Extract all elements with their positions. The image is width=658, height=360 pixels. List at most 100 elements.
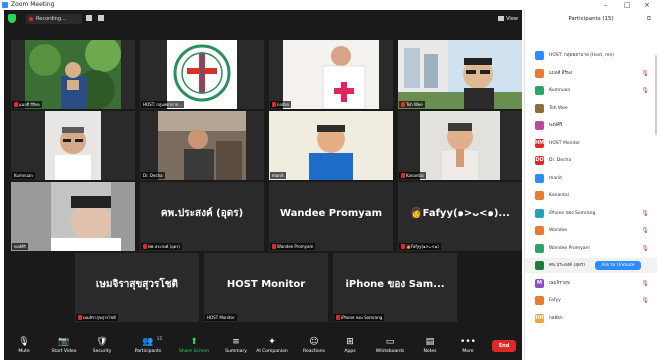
- avatar: [535, 296, 544, 305]
- avatar: M: [535, 278, 544, 288]
- whiteboard-icon: ▭: [385, 337, 395, 347]
- video-tile[interactable]: Kanantai: [398, 111, 522, 180]
- participant-row[interactable]: Wandee 🎙: [525, 223, 657, 238]
- video-tile[interactable]: iPhone ของ Sam... iPhone ของ Somrang: [333, 253, 457, 322]
- video-tile[interactable]: Toh Wee: [398, 40, 522, 109]
- participant-row[interactable]: Wandee Promyam 🎙: [525, 241, 657, 256]
- avatar: HH: [535, 313, 544, 323]
- participants-scrollbar[interactable]: [655, 55, 657, 135]
- participant-row[interactable]: M เษมจิราสุข 🎙: [525, 276, 657, 291]
- participant-row[interactable]: Kumnuan 🎙: [525, 83, 657, 98]
- participant-row[interactable]: Fafyy 🎙: [525, 293, 657, 308]
- video-tile[interactable]: พงษ์ศิริ: [11, 182, 135, 251]
- stop-recording-icon[interactable]: [98, 15, 104, 21]
- tile-name-text: กลอ๊อก: [277, 102, 290, 107]
- participant-row[interactable]: HH กลอ๊อก: [525, 311, 657, 326]
- mic-muted-icon: [336, 315, 340, 320]
- video-tile[interactable]: แมลสี สิริพง: [11, 40, 135, 109]
- window-title: Zoom Meeting: [11, 1, 55, 8]
- video-tile[interactable]: HOST Monitor HOST Monitor: [204, 253, 328, 322]
- participant-row[interactable]: DD Dr. Decha: [525, 153, 657, 168]
- participant-row[interactable]: คพ.ประสงค์ (อุดร) Ask to Unmute: [525, 258, 657, 273]
- avatar: [535, 68, 544, 78]
- more-icon: •••: [460, 337, 476, 347]
- participant-status-icons: 🎙: [641, 69, 649, 77]
- ask-to-unmute-button[interactable]: Ask to Unmute: [595, 261, 641, 270]
- participant-name: Dr. Decha: [549, 158, 572, 163]
- tile-name-label: Kumnuan: [12, 172, 35, 179]
- tile-name-label: เษมจิราสุขสุวรโชติ: [76, 314, 118, 321]
- ai-companion-icon: ✦: [268, 337, 276, 347]
- video-tile[interactable]: HOST: กลุ่มพยาบาล...: [140, 40, 264, 109]
- control-label: Mute: [18, 349, 30, 354]
- reactions-button[interactable]: ☺ Reactions: [294, 336, 334, 360]
- participant-video: [420, 111, 500, 180]
- tile-name-text: iPhone ของ Somrang: [341, 315, 383, 320]
- more-button[interactable]: ••• More: [448, 336, 488, 360]
- participant-name: iPhone ของ Somrang: [549, 210, 596, 216]
- tile-display-name: iPhone ของ Sam...: [345, 279, 445, 290]
- tile-name-text: เษมจิราสุขสุวรโชติ: [83, 315, 116, 320]
- video-tile[interactable]: คพ.ประสงค์ (อุดร) พพ.ประสงค์ (อุดร): [140, 182, 264, 251]
- control-label: Apps: [344, 349, 356, 354]
- participant-status-icons: 🎙: [641, 209, 649, 217]
- tile-name-label: Toh Wee: [399, 101, 425, 108]
- participant-row[interactable]: iPhone ของ Somrang 🎙: [525, 206, 657, 221]
- tile-name-label: Wandee Promyam: [270, 243, 316, 250]
- participant-row[interactable]: Toh Wee: [525, 101, 657, 116]
- video-tile[interactable]: กลอ๊อก: [269, 40, 393, 109]
- close-button[interactable]: ×: [644, 0, 650, 10]
- notes-button[interactable]: ▤ Notes: [410, 336, 450, 360]
- participant-name: HOST Monitor: [549, 140, 581, 146]
- view-button[interactable]: View: [498, 14, 518, 24]
- participant-row[interactable]: HM HOST Monitor: [525, 136, 657, 151]
- end-meeting-button[interactable]: End: [492, 340, 516, 352]
- security-shield-icon[interactable]: [8, 14, 16, 23]
- video-tile[interactable]: Kumnuan: [11, 111, 135, 180]
- participant-row[interactable]: พงษ์ศิริ: [525, 118, 657, 133]
- meeting-area: Recording... View แมลสี สิริพง HOST: กลุ่…: [4, 10, 522, 360]
- participants-button[interactable]: 👥 Participants 15: [128, 336, 168, 360]
- mic-muted-icon: [143, 244, 147, 249]
- tile-name-label: แมลสี สิริพง: [12, 101, 42, 108]
- video-tile[interactable]: manit: [269, 111, 393, 180]
- mic-icon: 🎙: [18, 337, 30, 347]
- avatar: [535, 86, 544, 95]
- participant-video: [11, 182, 135, 251]
- tile-name-label: HOST Monitor: [205, 314, 237, 321]
- mic-muted-icon: [14, 102, 18, 107]
- participant-video: [167, 40, 237, 109]
- summary-button[interactable]: ≡ Summary: [216, 336, 256, 360]
- avatar: [535, 191, 544, 200]
- maximize-button[interactable]: □: [624, 0, 631, 10]
- video-off-button[interactable]: 📷 Start Video: [44, 336, 84, 360]
- ai-companion-button[interactable]: ✦ AI Companion: [252, 336, 292, 360]
- whiteboard-button[interactable]: ▭ Whiteboards: [370, 336, 410, 360]
- mic-muted-icon: [78, 315, 82, 320]
- participant-row[interactable]: manit: [525, 171, 657, 186]
- avatar: [535, 103, 544, 113]
- view-label: View: [506, 16, 518, 22]
- share-screen-button[interactable]: ⬆ Share Screen: [174, 336, 214, 360]
- participant-row[interactable]: แมลสี สิริพง 🎙: [525, 66, 657, 81]
- tile-name-text: HOST Monitor: [207, 315, 235, 320]
- tile-display-name: 👩Fafyy(๑>ᴗ<๑)...: [410, 208, 510, 219]
- video-tile[interactable]: 👩Fafyy(๑>ᴗ<๑)... 👩Fafyy(๑>ᴗ<๑): [398, 182, 522, 251]
- participant-status-icons: 🎙: [641, 87, 649, 94]
- pause-recording-icon[interactable]: [86, 15, 92, 21]
- participant-row[interactable]: Kanantai: [525, 188, 657, 203]
- minimize-button[interactable]: –: [604, 0, 608, 10]
- mic-button[interactable]: 🎙 Mute: [4, 336, 44, 360]
- summary-icon: ≡: [232, 337, 240, 347]
- video-tile[interactable]: เษมจิราสุขสุวรโชติ เษมจิราสุขสุวรโชติ: [75, 253, 199, 322]
- participant-row[interactable]: HOST: กลุ่มพยาบาล (Host, me): [525, 48, 657, 63]
- video-tile[interactable]: Wandee Promyam Wandee Promyam: [269, 182, 393, 251]
- tile-name-label: Kanantai: [399, 172, 426, 179]
- participant-name: Kumnuan: [549, 88, 571, 93]
- control-label: Reactions: [303, 349, 325, 354]
- video-tile[interactable]: Dr. Decha: [140, 111, 264, 180]
- apps-button[interactable]: ⊞ Apps: [330, 336, 370, 360]
- shield-button[interactable]: 🛡 Security: [82, 336, 122, 360]
- popout-icon[interactable]: ⧉: [647, 14, 651, 24]
- participant-video: [158, 111, 246, 180]
